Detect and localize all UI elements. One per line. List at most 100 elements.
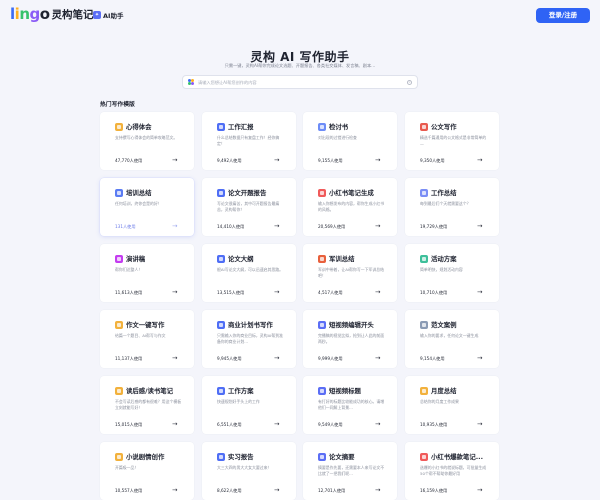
card-title: 论文开题报告 <box>228 189 267 197</box>
arrow-right-icon[interactable]: → <box>274 354 279 362</box>
card-description: 开篇吸一品！ <box>115 465 139 470</box>
card-title: 心得体会 <box>126 123 152 131</box>
template-card[interactable]: 小红书爆款笔记... 选爆的小红书的就说标题，可批量生成50个帮不帮助你最好用 16… <box>405 442 499 500</box>
search-bar[interactable]: × <box>182 75 418 89</box>
card-title: 小说剧情创作 <box>126 453 165 461</box>
arrow-right-icon[interactable]: → <box>477 486 482 494</box>
template-card[interactable]: 商业计划书写作 只需输入你的商业目标，灵构AI帮到准备你的商业计划... 9,945… <box>202 310 296 368</box>
logo[interactable]: lingo 灵构笔记 <box>10 5 94 23</box>
template-card[interactable]: 论文摘要摘要是作先要，还需要本人来写论文不比就了一把我们呢... 12,701人使… <box>303 442 397 500</box>
arrow-right-icon[interactable]: → <box>375 288 380 296</box>
usage-count: 11,613人使用 <box>115 290 143 295</box>
template-card[interactable]: 论文开题报告 写论文很痛苦，其中可开题报告最痛苦，灵构帮你！ 14,410人使用 → <box>202 178 296 236</box>
card-title: 月度总结 <box>431 387 457 395</box>
card-description: 输入你想发布的内容，帮你生成小红书的风格。 <box>318 201 385 212</box>
arrow-right-icon[interactable]: → <box>477 222 482 230</box>
template-card[interactable]: 工作汇报 什么总结数据只有复盘工作！经你搞定！ 9,492人使用 → <box>202 112 296 170</box>
template-card[interactable]: 活动方案 简单明快，规划活动内容 10,710人使用 → <box>405 244 499 302</box>
arrow-right-icon[interactable]: → <box>172 354 177 362</box>
arrow-right-icon[interactable]: → <box>274 288 279 296</box>
arrow-right-icon[interactable]: → <box>477 420 482 428</box>
card-description: 每到最后们个天就需要这个？ <box>420 201 471 206</box>
card-title: 工作方案 <box>228 387 254 395</box>
clear-icon[interactable]: × <box>407 80 412 85</box>
card-title: 工作汇报 <box>228 123 254 131</box>
arrow-right-icon[interactable]: → <box>172 156 177 164</box>
template-card[interactable]: 小红书笔记生成 输入你想发布的内容，帮你生成小红书的风格。 20,569人使用 → <box>303 178 397 236</box>
nav-ai-label: AI助手 <box>103 12 124 20</box>
usage-count: 20,569人使用 <box>318 224 346 229</box>
card-description: 摘要是作先要，还需要本人来写论文不比就了一把我们呢... <box>318 465 385 476</box>
card-title: 商业计划书写作 <box>228 321 273 329</box>
arrow-right-icon[interactable]: → <box>375 420 380 428</box>
template-card[interactable]: 月度总结 总结你的月度工作成果 10,935人使用 → <box>405 376 499 434</box>
arrow-right-icon[interactable]: → <box>375 222 380 230</box>
template-card[interactable]: 小说剧情创作 开篇吸一品！ 10,557人使用 → <box>100 442 194 500</box>
template-card[interactable]: 读后感/读书笔记 不会写读后感的都有很难？用这个模板立刻就能写好！ 15,015人使… <box>100 376 194 434</box>
usage-count: 9,999人使用 <box>318 356 343 361</box>
card-title: 工作总结 <box>431 189 457 197</box>
template-card[interactable]: 心得体会 支持撰写心得体会的简单攻略范文。 47,770人使用 → <box>100 112 194 170</box>
redbook-icon <box>318 189 326 197</box>
template-card[interactable]: 短视频标题 有打好的标题比较能成功的核心。请增他们一同解上背景... 9,549人使… <box>303 376 397 434</box>
usage-count: 9,350人使用 <box>420 158 445 163</box>
template-card[interactable]: 短视频编辑开头 完播稿的视觉比拟，抢到让人此的前面两秒。 9,999人使用 → <box>303 310 397 368</box>
usage-count: 12,701人使用 <box>318 488 346 493</box>
usage-count: 14,410人使用 <box>217 224 245 229</box>
arrow-right-icon[interactable]: → <box>274 420 279 428</box>
page-subtitle: 只需一键，灵构AI帮你完成论文选题、开题报告、各类社交媒体、发言稿、剧本… <box>224 63 376 68</box>
arrow-right-icon[interactable]: → <box>274 156 279 164</box>
usage-count: 9,945人使用 <box>217 356 242 361</box>
usage-count: 16,159人使用 <box>420 488 448 493</box>
arrow-right-icon[interactable]: → <box>172 222 177 230</box>
arrow-right-icon[interactable]: → <box>375 354 380 362</box>
card-description: 不会写读后感的都有很难？用这个模板立刻就能写好！ <box>115 399 182 410</box>
usage-count: 10,935人使用 <box>420 422 448 427</box>
template-card[interactable]: 工作方案 快速规划好手头上的工作 6,551人使用 → <box>202 376 296 434</box>
arrow-right-icon[interactable]: → <box>477 288 482 296</box>
template-card[interactable]: 演讲稿 帮你们达整人！ 11,613人使用 → <box>100 244 194 302</box>
speech-icon <box>115 255 123 263</box>
search-input[interactable] <box>198 79 398 85</box>
abstract-icon <box>318 453 326 461</box>
template-card[interactable]: 公文写作 精选千篇通用的公文格式是非常简单的— 9,350人使用 → <box>405 112 499 170</box>
card-description: 根AI写论文大纲，可以迅速启其思路。 <box>217 267 284 272</box>
story-icon <box>115 453 123 461</box>
arrow-right-icon[interactable]: → <box>375 156 380 164</box>
arrow-right-icon[interactable]: → <box>477 354 482 362</box>
arrow-right-icon[interactable]: → <box>172 288 177 296</box>
usage-count: 11,137人使用 <box>115 356 143 361</box>
document-icon <box>420 123 428 131</box>
template-card[interactable]: 论文大纲 根AI写论文大纲，可以迅速启其思路。 13,515人使用 → <box>202 244 296 302</box>
card-title: 论文摘要 <box>329 453 355 461</box>
arrow-right-icon[interactable]: → <box>172 486 177 494</box>
usage-count: 15,015人使用 <box>115 422 143 427</box>
usage-count: 6,551人使用 <box>217 422 242 427</box>
card-title: 短视频标题 <box>329 387 361 395</box>
nav-ai-assistant[interactable]: ✦ AI助手 <box>93 10 123 20</box>
template-card[interactable]: 作文一键写作 给篇一个题目、AI帮写与作文 11,137人使用 → <box>100 310 194 368</box>
card-description: 精选千篇通用的公文格式是非常简单的— <box>420 135 487 146</box>
arrow-right-icon[interactable]: → <box>274 486 279 494</box>
template-card[interactable]: 培训总结 任何培训，终你会是的好！ 131人使用 → <box>100 178 194 236</box>
arrow-right-icon[interactable]: → <box>172 420 177 428</box>
card-title: 作文一键写作 <box>126 321 165 329</box>
calendar-icon <box>420 387 428 395</box>
template-card[interactable]: 检讨书 对出现的过错进行检查 9,155人使用 → <box>303 112 397 170</box>
template-card[interactable]: 实习报告 大三大四的男大大女大要过来！ 8,622人使用 → <box>202 442 296 500</box>
template-card[interactable]: 军训总结 军训中带着，让AI帮你写一下军训总结吧！ 4,517人使用 → <box>303 244 397 302</box>
arrow-right-icon[interactable]: → <box>477 156 482 164</box>
card-description: 大三大四的男大大女大要过来！ <box>217 465 272 470</box>
section-title: 热门写作模版 <box>100 102 135 108</box>
arrow-right-icon[interactable]: → <box>274 222 279 230</box>
arrow-right-icon[interactable]: → <box>375 486 380 494</box>
login-button[interactable]: 登录/注册 <box>536 8 590 23</box>
card-description: 对出现的过错进行检查 <box>318 135 357 140</box>
card-title: 实习报告 <box>228 453 254 461</box>
outline-icon <box>217 255 225 263</box>
report-icon <box>217 189 225 197</box>
template-card[interactable]: 工作总结 每到最后们个天就需要这个？ 19,729人使用 → <box>405 178 499 236</box>
template-card[interactable]: 范文案例 输入你的要求，任何论文一键生成 9,154人使用 → <box>405 310 499 368</box>
card-description: 简单明快，规划活动内容 <box>420 267 463 272</box>
card-description: 支持撰写心得体会的简单攻略范文。 <box>115 135 178 140</box>
